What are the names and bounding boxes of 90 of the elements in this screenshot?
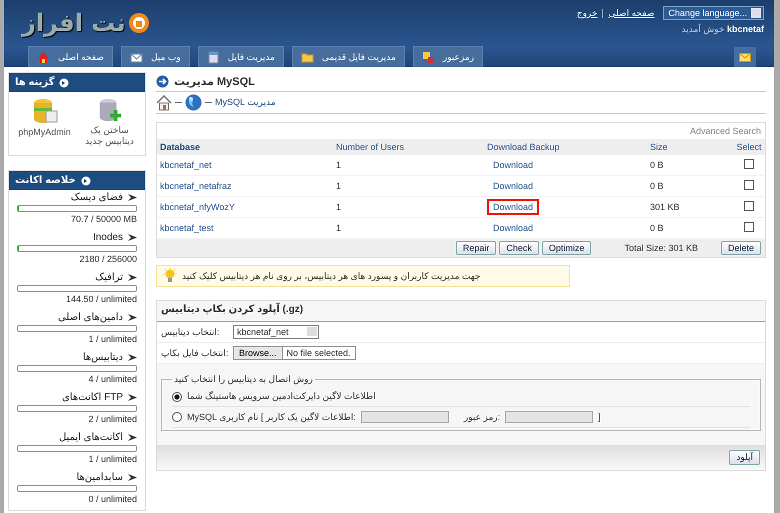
breadcrumb-link[interactable]: MySQL مدیریت xyxy=(215,97,276,108)
check-button[interactable]: Check xyxy=(499,241,539,255)
page-title: مدیریت MySQL xyxy=(174,75,255,88)
field-label: رمز عبور: xyxy=(464,412,500,422)
lightbulb-icon xyxy=(163,268,177,284)
bracket-text: ] xyxy=(598,412,601,422)
squares-icon xyxy=(422,50,435,64)
table-cell: 1 xyxy=(333,196,484,218)
checkbox[interactable] xyxy=(744,180,754,190)
download-link[interactable]: Download xyxy=(487,199,540,215)
database-link[interactable]: kbcnetaf_netafraz xyxy=(160,181,232,191)
optimize-button[interactable]: Optimize xyxy=(542,241,592,255)
nav-tab[interactable]: مدیریت فایل xyxy=(198,46,284,67)
panel-header: گزینه ها xyxy=(9,73,145,92)
arrow-circle-icon xyxy=(156,75,169,88)
password-field[interactable] xyxy=(505,411,594,423)
column-header: Size xyxy=(647,139,733,155)
language-select[interactable]: Change language... xyxy=(663,6,764,20)
nav-tab[interactable]: وب میل xyxy=(120,46,190,67)
stat-label: فضای دیسک xyxy=(70,192,123,203)
tip-text: جهت مدیریت کاربران و پسورد های هر دیتابیس، بر روی نام هر دیتابیس کلیک کنید xyxy=(182,270,480,282)
stat-value: 2 / unlimited xyxy=(87,414,137,424)
house-icon[interactable] xyxy=(156,94,172,110)
envelope-icon xyxy=(130,50,143,64)
checkbox[interactable] xyxy=(744,201,754,211)
stat-label: دیتابیس‌ها xyxy=(82,352,123,363)
table-cell: 0 B xyxy=(647,155,733,176)
database-link[interactable]: kbcnetaf_test xyxy=(160,223,214,233)
radio-button[interactable] xyxy=(172,412,182,422)
table-cell: 0 B xyxy=(647,176,733,196)
stat-label: اکانت‌های FTP xyxy=(62,392,123,403)
username: kbcnetaf xyxy=(726,24,764,34)
database-select[interactable]: kbcnetaf_net xyxy=(233,325,319,339)
table-cell: 301 KB xyxy=(647,196,733,218)
database-link[interactable]: kbcnetaf_nfyWozY xyxy=(160,202,235,212)
site-logo: نت افراز xyxy=(22,8,126,38)
total-size: Total Size: 301 KB xyxy=(624,243,698,253)
username-field[interactable] xyxy=(360,411,449,423)
group-title: روش اتصال به دیتابیس را انتخاب کنید xyxy=(173,374,314,385)
stat-value: 4 / unlimited xyxy=(87,374,137,384)
nav-tab[interactable]: رمزعبور xyxy=(412,46,484,67)
radio-button[interactable] xyxy=(172,392,182,402)
field-label: انتخاب فایل بکاپ: xyxy=(161,348,230,358)
delete-button[interactable]: Delete xyxy=(720,241,761,255)
upload-button[interactable]: آپلود xyxy=(729,450,760,465)
header-link[interactable]: خروج xyxy=(576,8,598,18)
stat-value: 1 / unlimited xyxy=(87,454,137,464)
column-header[interactable]: Database xyxy=(157,139,333,155)
nav-tab[interactable]: مدیریت فایل قدیمی xyxy=(292,46,405,67)
stat-value: 2180 / 256000 xyxy=(78,254,137,264)
stat-label: دامین‌های اصلی xyxy=(58,312,123,323)
mail-button[interactable] xyxy=(734,47,756,67)
document-icon xyxy=(206,50,220,64)
shortcut-item[interactable]: phpMyAdmin xyxy=(14,97,74,147)
stat-label: سابدامین‌ها xyxy=(76,472,123,483)
arrow-circle-icon xyxy=(80,176,91,186)
checkbox[interactable] xyxy=(744,159,754,169)
welcome-text: خوش آمدید xyxy=(681,24,724,34)
stat-label: اکانت‌های ایمیل xyxy=(58,432,123,443)
folder-icon xyxy=(300,50,314,64)
panel-header: خلاصه اکانت xyxy=(9,171,145,190)
advanced-search-link[interactable]: Advanced Search xyxy=(690,126,761,136)
table-cell: 1 xyxy=(333,155,484,176)
logo-icon xyxy=(128,12,150,34)
arrow-circle-icon xyxy=(59,78,70,88)
option-label: اطلاعات لاگین دایرکت‌ادمین سرویس هاستینگ شما xyxy=(187,391,376,402)
envelope-icon xyxy=(739,52,751,62)
field-label: انتخاب دیتابیس: xyxy=(161,326,220,338)
stat-label: Inodes xyxy=(92,232,123,243)
option-label: MySQL اطلاعات لاگین یک کاربر ] نام کاربری: xyxy=(187,412,356,422)
download-link[interactable]: Download xyxy=(487,178,540,194)
stat-value: 0 / unlimited xyxy=(87,494,137,504)
stat-value: 1 / unlimited xyxy=(87,334,137,344)
stat-value: 144.50 / unlimited xyxy=(64,294,137,304)
download-link[interactable]: Download xyxy=(487,157,540,173)
column-header: Select xyxy=(733,139,765,155)
house-icon xyxy=(37,50,50,64)
column-header: Download Backup xyxy=(484,139,647,155)
stat-label: ترافیک xyxy=(95,272,123,283)
stat-value: 70.7 / 50000 MB xyxy=(70,214,137,224)
globe-icon[interactable] xyxy=(185,94,202,111)
nav-tab[interactable]: صفحه اصلی xyxy=(28,46,113,67)
table-cell: 1 xyxy=(333,176,484,196)
download-link[interactable]: Download xyxy=(487,220,540,236)
shortcut-item[interactable]: ساختن یک دیتابیس جدید xyxy=(80,97,140,147)
repair-button[interactable]: Repair xyxy=(456,241,496,255)
column-header: Number of Users xyxy=(333,139,484,155)
checkbox[interactable] xyxy=(744,222,754,232)
header-link[interactable]: صفحه اصلی xyxy=(608,8,654,18)
database-link[interactable]: kbcnetaf_net xyxy=(160,160,212,170)
